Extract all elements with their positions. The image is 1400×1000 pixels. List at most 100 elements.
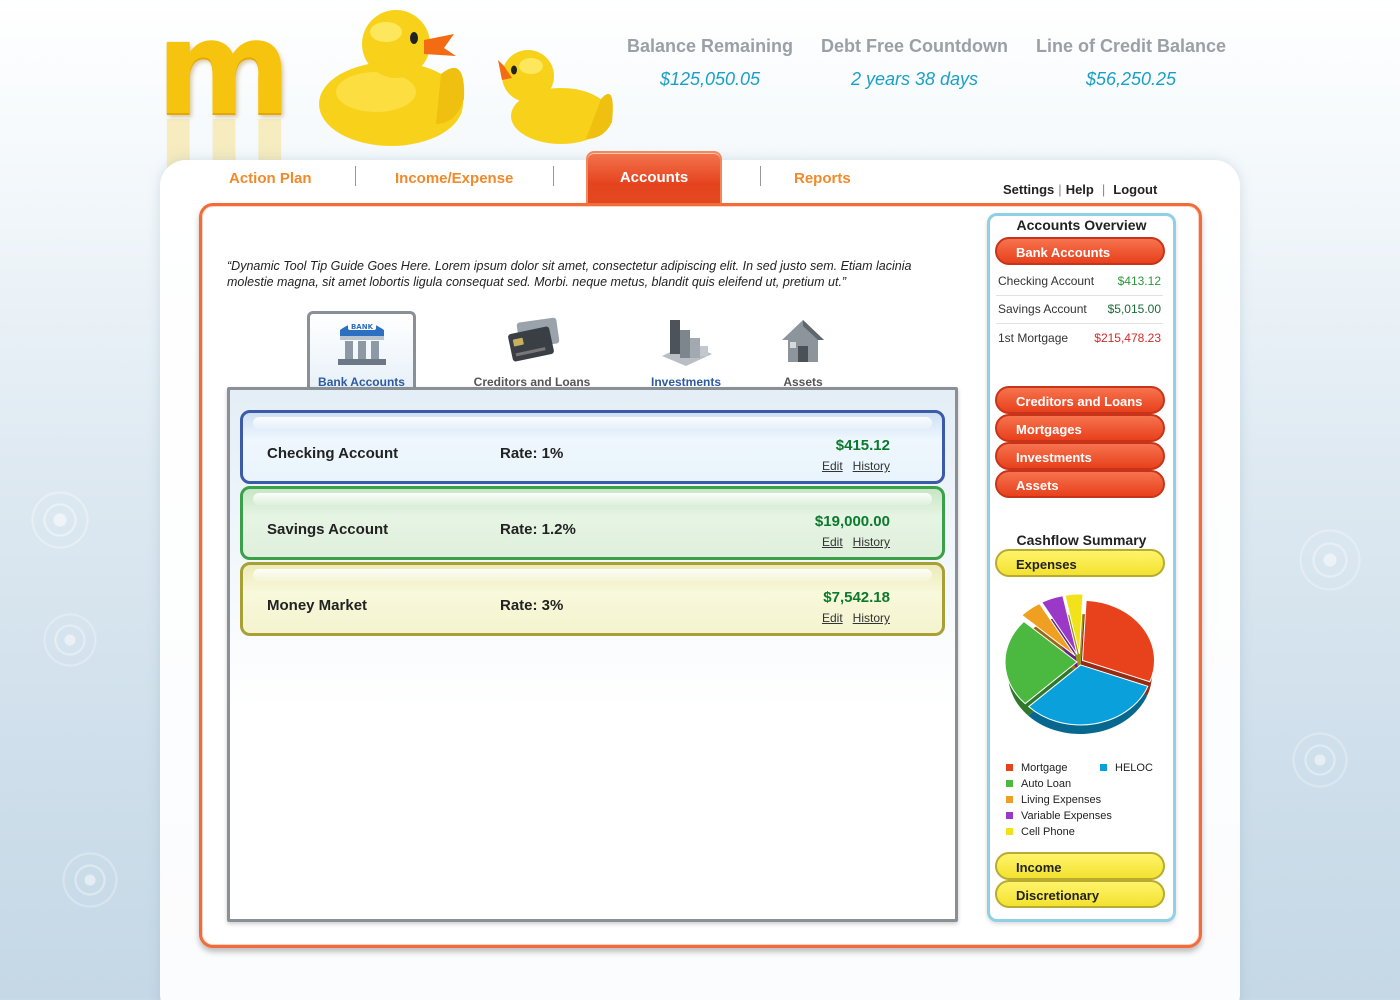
cashflow-summary-title: Cashflow Summary bbox=[1016, 532, 1147, 548]
stat-label: Line of Credit Balance bbox=[1036, 36, 1227, 56]
edit-link[interactable]: Edit bbox=[822, 535, 843, 549]
summary-label: 1st Mortgage bbox=[998, 331, 1069, 345]
svg-text:BANK: BANK bbox=[350, 323, 373, 331]
category-tab-creditors-and-loans[interactable]: Creditors and Loans bbox=[466, 316, 598, 389]
bank-icon: BANK bbox=[337, 322, 386, 365]
summary-divider bbox=[996, 295, 1163, 296]
history-link[interactable]: History bbox=[853, 535, 890, 549]
tooltip-guide: “Dynamic Tool Tip Guide Goes Here. Lorem… bbox=[227, 259, 912, 289]
sidebar-mortgages-button[interactable]: Mortgages bbox=[995, 414, 1165, 442]
nav-divider bbox=[553, 166, 554, 186]
help-link[interactable]: Help bbox=[1066, 182, 1094, 197]
category-label: Assets bbox=[783, 375, 823, 389]
stat-value: $125,050.05 bbox=[659, 69, 761, 89]
legend-swatch bbox=[1006, 828, 1013, 835]
account-name: Savings Account bbox=[267, 521, 389, 538]
stat-label: Debt Free Countdown bbox=[821, 36, 1008, 56]
account-amount: $415.12 bbox=[835, 437, 890, 454]
account-rate: Rate: 3% bbox=[500, 597, 564, 614]
account-name: Money Market bbox=[267, 597, 368, 614]
category-tab-investments[interactable]: Investments bbox=[640, 316, 732, 389]
stat-line-of-credit-balance: Line of Credit Balance $56,250.25 bbox=[1036, 36, 1226, 90]
history-link[interactable]: History bbox=[853, 611, 890, 625]
sidebar-expenses-button[interactable]: Expenses bbox=[995, 549, 1165, 577]
account-name: Checking Account bbox=[267, 445, 399, 462]
summary-value: $215,478.23 bbox=[1094, 331, 1161, 345]
accounts-overview-title: Accounts Overview bbox=[1016, 217, 1147, 233]
stat-value: $56,250.25 bbox=[1085, 69, 1177, 89]
sidebar-discretionary-button[interactable]: Discretionary bbox=[995, 880, 1165, 908]
legend-label: Mortgage bbox=[1021, 762, 1068, 774]
investments-icon bbox=[662, 320, 712, 366]
account-amount: $19,000.00 bbox=[814, 513, 890, 530]
edit-link[interactable]: Edit bbox=[822, 459, 843, 473]
legend-item-living-expenses: Living Expenses bbox=[1006, 794, 1101, 806]
legend-label: Variable Expenses bbox=[1021, 810, 1112, 822]
legend-label: Cell Phone bbox=[1021, 826, 1075, 838]
settings-link[interactable]: Settings bbox=[1003, 182, 1054, 197]
app-logo[interactable]: m m bbox=[156, 3, 306, 240]
sidebar-creditors-and-loans-button[interactable]: Creditors and Loans bbox=[995, 386, 1165, 414]
rubber-ducks-image bbox=[319, 10, 613, 146]
sidebar-assets-button[interactable]: Assets bbox=[995, 470, 1165, 498]
cashflow-pie-chart bbox=[1004, 593, 1156, 734]
link-separator: | bbox=[1101, 182, 1106, 197]
credit-card-icon bbox=[508, 317, 560, 362]
account-links: Edit History bbox=[812, 459, 890, 473]
category-tab-bank-accounts[interactable]: BANK Bank Accounts bbox=[307, 316, 416, 389]
account-links: Edit History bbox=[812, 535, 890, 549]
account-row-money-market[interactable]: Money Market Rate: 3% $7,542.18 Edit Hist… bbox=[240, 562, 945, 636]
summary-divider bbox=[996, 323, 1163, 324]
summary-row-mortgage: 1st Mortgage $215,478.23 bbox=[998, 331, 1161, 345]
account-links: Edit History bbox=[812, 611, 890, 625]
stat-debt-free-countdown: Debt Free Countdown 2 years 38 days bbox=[821, 36, 1008, 90]
account-row-checking[interactable]: Checking Account Rate: 1% $415.12 Edit Hi… bbox=[240, 410, 945, 484]
legend-swatch bbox=[1006, 780, 1013, 787]
account-row-savings[interactable]: Savings Account Rate: 1.2% $19,000.00 Ed… bbox=[240, 486, 945, 560]
legend-swatch bbox=[1100, 764, 1107, 771]
account-amount: $7,542.18 bbox=[823, 589, 890, 606]
tab-income-expense[interactable]: Income/Expense bbox=[395, 170, 513, 187]
legend-item-variable-expenses: Variable Expenses bbox=[1006, 810, 1112, 822]
sidebar-income-button[interactable]: Income bbox=[995, 852, 1165, 880]
summary-row-savings: Savings Account $5,015.00 bbox=[998, 302, 1161, 316]
tab-accounts[interactable]: Accounts bbox=[586, 151, 722, 205]
stat-value: 2 years 38 days bbox=[850, 69, 979, 89]
legend-item-heloc: HELOC bbox=[1100, 762, 1153, 774]
row-gloss bbox=[253, 417, 932, 429]
stat-balance-remaining: Balance Remaining $125,050.05 bbox=[627, 36, 793, 90]
legend-item-cell-phone: Cell Phone bbox=[1006, 826, 1075, 838]
summary-value: $5,015.00 bbox=[1107, 302, 1161, 316]
summary-value: $413.12 bbox=[1117, 274, 1161, 288]
nav-divider bbox=[355, 166, 356, 186]
row-gloss bbox=[253, 493, 932, 505]
summary-label: Savings Account bbox=[998, 302, 1087, 316]
sidebar-bank-accounts-button[interactable]: Bank Accounts bbox=[995, 237, 1165, 265]
logout-link[interactable]: Logout bbox=[1113, 182, 1157, 197]
legend-label: HELOC bbox=[1115, 762, 1153, 774]
account-rate: Rate: 1.2% bbox=[500, 521, 576, 538]
tab-action-plan[interactable]: Action Plan bbox=[229, 170, 312, 187]
legend-label: Living Expenses bbox=[1021, 794, 1102, 806]
history-link[interactable]: History bbox=[853, 459, 890, 473]
sidebar-investments-button[interactable]: Investments bbox=[995, 442, 1165, 470]
legend-swatch bbox=[1006, 764, 1013, 771]
link-separator: | bbox=[1058, 182, 1062, 197]
summary-row-checking: Checking Account $413.12 bbox=[998, 274, 1161, 288]
nav-divider bbox=[760, 166, 761, 186]
legend-item-mortgage: Mortgage bbox=[1006, 762, 1067, 774]
legend-item-auto-loan: Auto Loan bbox=[1006, 778, 1071, 790]
legend-swatch bbox=[1006, 796, 1013, 803]
stat-label: Balance Remaining bbox=[627, 36, 794, 56]
edit-link[interactable]: Edit bbox=[822, 611, 843, 625]
category-label: Bank Accounts bbox=[318, 375, 405, 389]
legend-swatch bbox=[1006, 812, 1013, 819]
row-gloss bbox=[253, 569, 932, 581]
category-tab-assets[interactable]: Assets bbox=[770, 316, 836, 389]
category-label: Creditors and Loans bbox=[473, 375, 591, 389]
house-icon bbox=[782, 320, 824, 362]
category-label: Investments bbox=[650, 375, 722, 389]
tab-reports[interactable]: Reports bbox=[794, 170, 851, 187]
summary-label: Checking Account bbox=[998, 274, 1095, 288]
account-rate: Rate: 1% bbox=[500, 445, 564, 462]
